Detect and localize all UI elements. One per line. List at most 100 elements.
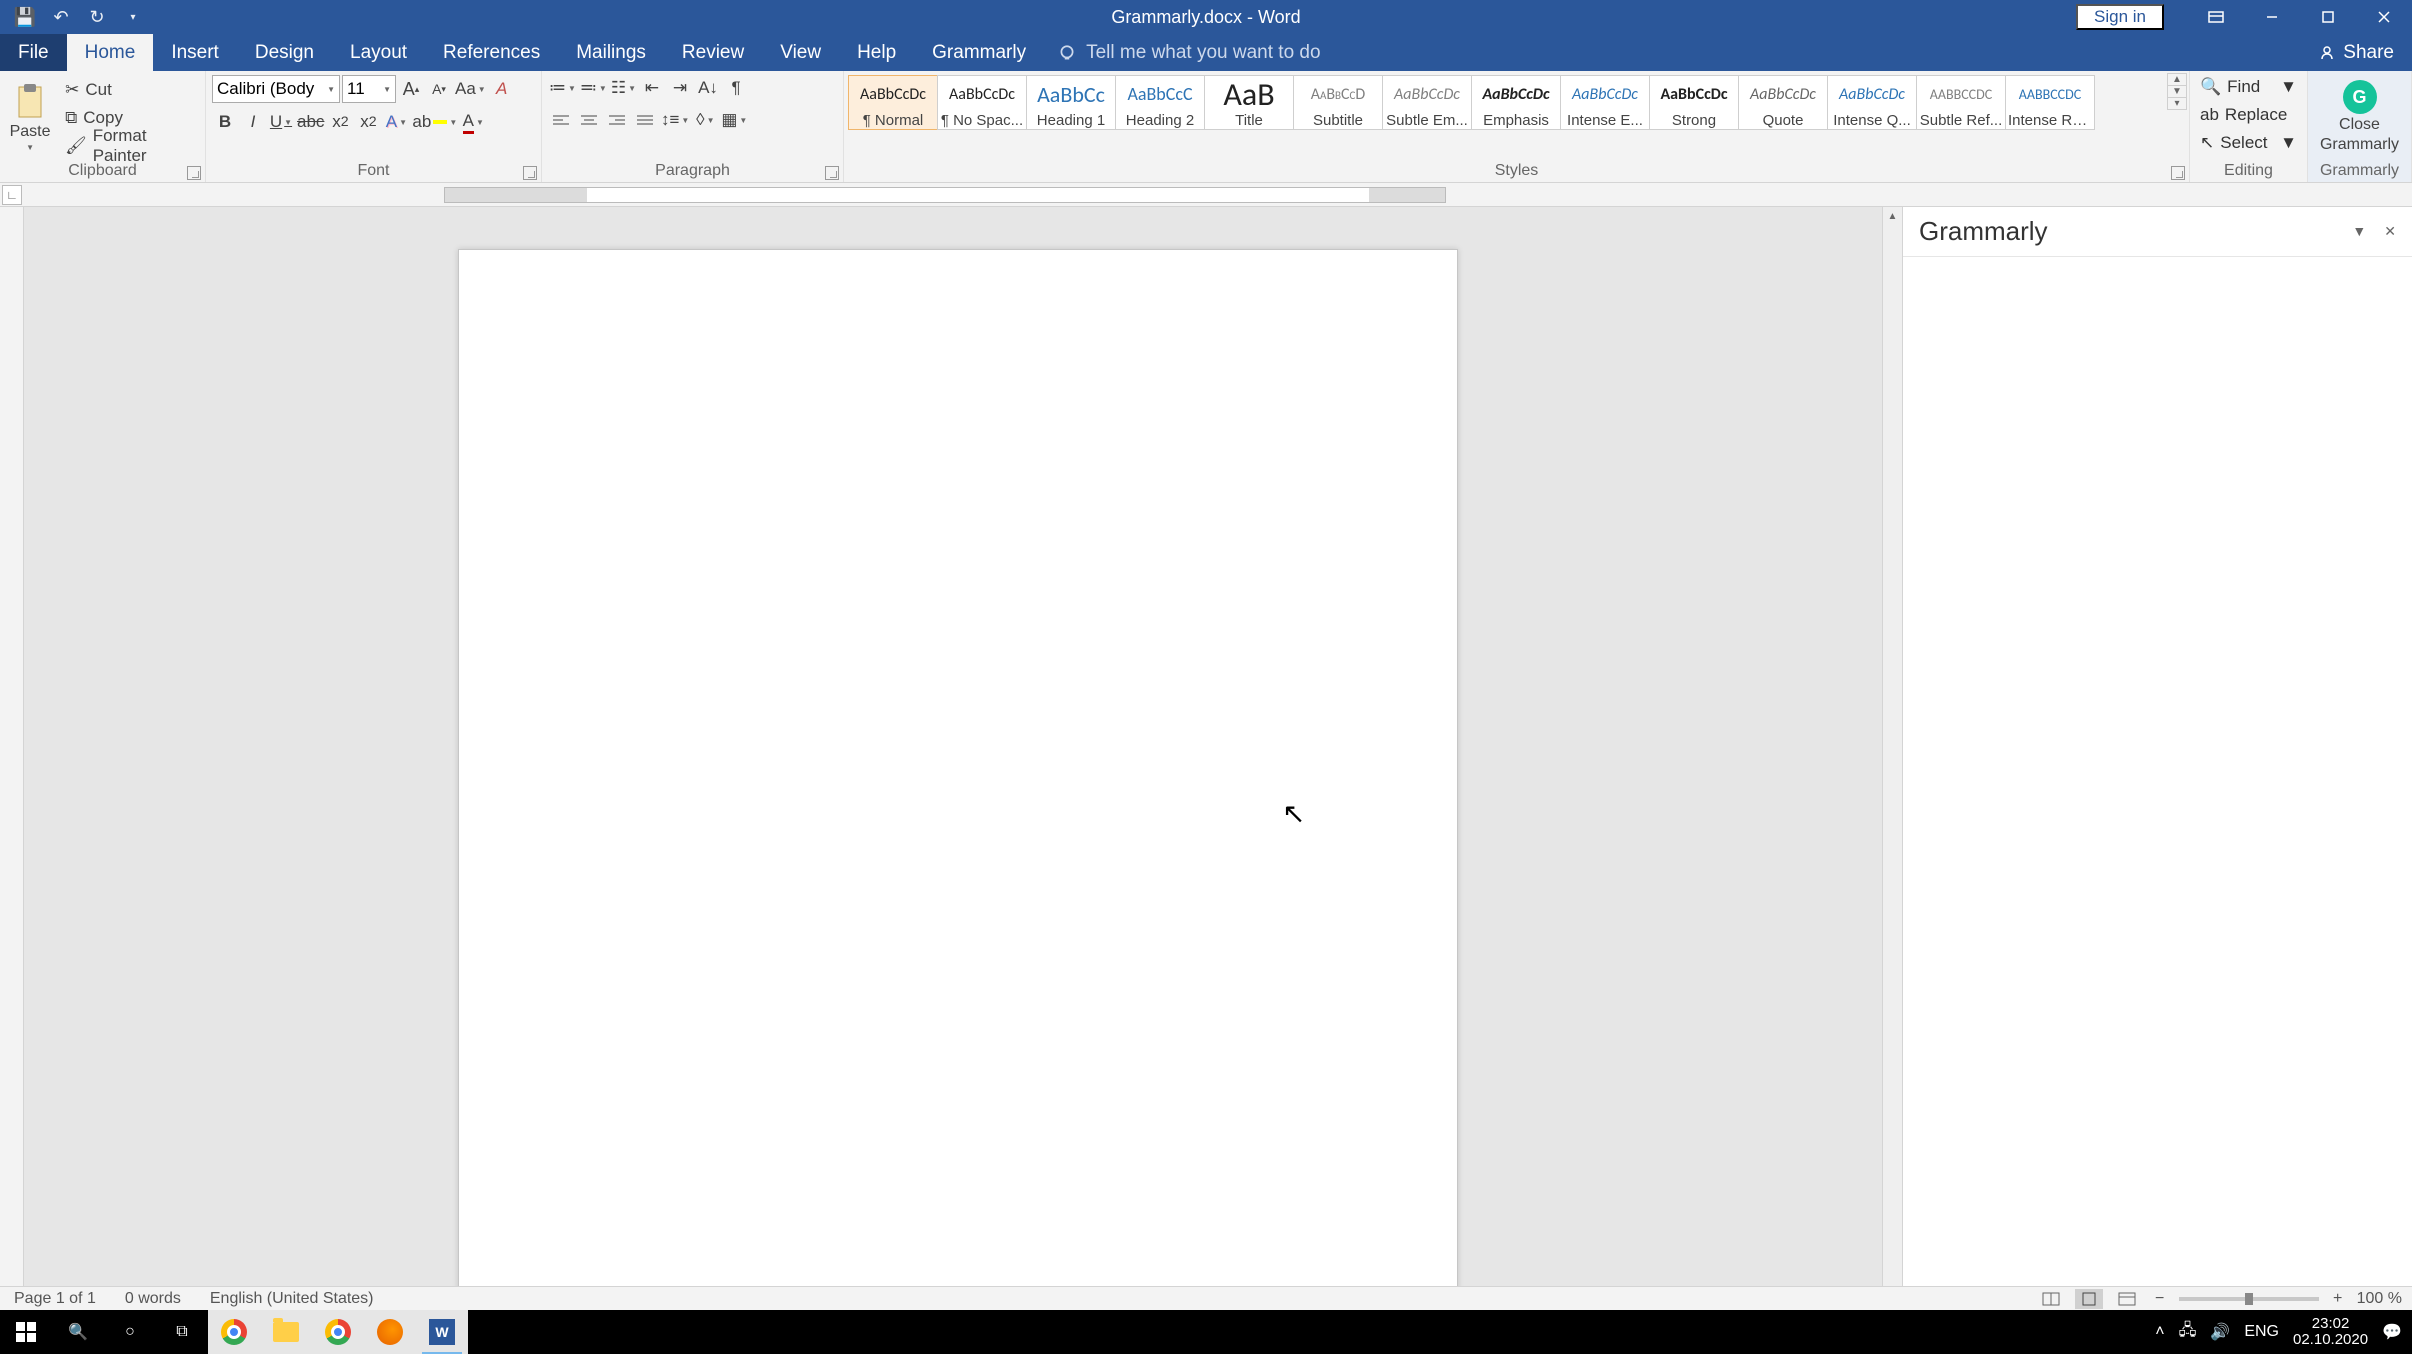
style-item[interactable]: AaBbCcCHeading 2 — [1115, 75, 1205, 130]
read-mode-button[interactable] — [2037, 1289, 2065, 1309]
task-view-button[interactable]: ⧉ — [156, 1310, 208, 1354]
underline-button[interactable]: U▼ — [268, 109, 294, 135]
tab-references[interactable]: References — [425, 34, 558, 71]
borders-button[interactable]: ▦▼ — [720, 107, 748, 133]
numbering-button[interactable]: ≕▼ — [579, 75, 608, 101]
pane-close-icon[interactable]: ✕ — [2384, 223, 2396, 240]
undo-icon[interactable]: ↶ — [50, 6, 72, 28]
tell-me-search[interactable]: Tell me what you want to do — [1058, 34, 1320, 71]
paragraph-launcher-icon[interactable] — [825, 166, 839, 180]
font-launcher-icon[interactable] — [523, 166, 537, 180]
font-name-combo[interactable]: ▼ — [212, 75, 340, 103]
print-layout-button[interactable] — [2075, 1289, 2103, 1309]
cut-button[interactable]: ✂Cut — [60, 77, 199, 103]
status-words[interactable]: 0 words — [111, 1290, 196, 1308]
select-button[interactable]: ↖Select▼ — [2196, 129, 2301, 157]
subscript-button[interactable]: x2 — [327, 109, 353, 135]
vertical-scrollbar[interactable]: ▲▼ — [1882, 207, 1902, 1330]
minimize-icon[interactable] — [2244, 0, 2300, 34]
document-area[interactable]: ↖ ▲▼ — [24, 207, 1902, 1330]
bold-button[interactable]: B — [212, 109, 238, 135]
tab-grammarly[interactable]: Grammarly — [914, 34, 1044, 71]
status-language[interactable]: English (United States) — [196, 1290, 389, 1308]
zoom-in-button[interactable]: + — [2329, 1290, 2347, 1308]
share-button[interactable]: Share — [2301, 34, 2412, 71]
styles-gallery[interactable]: AaBbCcDc¶ NormalAaBbCcDc¶ No Spac...AaBb… — [846, 73, 2161, 130]
style-item[interactable]: AaBbCcHeading 1 — [1026, 75, 1116, 130]
tab-selector[interactable]: ∟ — [2, 185, 22, 205]
style-item[interactable]: AaBbCcDcStrong — [1649, 75, 1739, 130]
show-marks-button[interactable]: ¶ — [723, 75, 749, 101]
redo-icon[interactable]: ↻ — [86, 6, 108, 28]
taskbar-app-1[interactable] — [208, 1310, 260, 1354]
align-right-button[interactable] — [604, 107, 630, 133]
text-effects-button[interactable]: A▼ — [383, 109, 409, 135]
tray-network-icon[interactable]: 🖧 — [2179, 1319, 2197, 1346]
style-item[interactable]: AaBbCcDcEmphasis — [1471, 75, 1561, 130]
justify-button[interactable] — [632, 107, 658, 133]
zoom-level[interactable]: 100 % — [2357, 1290, 2402, 1308]
maximize-icon[interactable] — [2300, 0, 2356, 34]
tray-chevron-icon[interactable]: ˄ — [2155, 1323, 2164, 1341]
style-item[interactable]: AaBbCcDcIntense E... — [1560, 75, 1650, 130]
increase-indent-button[interactable]: ⇥ — [667, 75, 693, 101]
decrease-indent-button[interactable]: ⇤ — [639, 75, 665, 101]
close-icon[interactable] — [2356, 0, 2412, 34]
italic-button[interactable]: I — [240, 109, 266, 135]
tab-insert[interactable]: Insert — [153, 34, 237, 71]
tab-design[interactable]: Design — [237, 34, 332, 71]
paste-button[interactable]: Paste ▼ — [6, 75, 54, 159]
bullets-button[interactable]: ≔▼ — [548, 75, 577, 101]
status-page[interactable]: Page 1 of 1 — [0, 1290, 111, 1308]
style-item[interactable]: AaBbCcDcSubtle Em... — [1382, 75, 1472, 130]
sort-button[interactable]: A↓ — [695, 75, 721, 101]
ruler-horizontal[interactable]: ∟ — [0, 183, 2412, 207]
find-button[interactable]: 🔍Find▼ — [2196, 73, 2301, 101]
style-item[interactable]: AaBbCcDSubtitle — [1293, 75, 1383, 130]
taskbar-explorer[interactable] — [260, 1310, 312, 1354]
change-case-button[interactable]: Aa▼ — [454, 76, 487, 102]
ribbon-display-options-icon[interactable] — [2188, 0, 2244, 34]
page-canvas[interactable] — [458, 249, 1458, 1329]
tab-layout[interactable]: Layout — [332, 34, 425, 71]
style-item[interactable]: AaBbCcDcQuote — [1738, 75, 1828, 130]
tab-review[interactable]: Review — [664, 34, 762, 71]
tab-help[interactable]: Help — [839, 34, 914, 71]
zoom-out-button[interactable]: − — [2151, 1290, 2169, 1308]
grow-font-button[interactable]: A▴ — [398, 76, 424, 102]
strike-button[interactable]: abc — [296, 109, 325, 135]
search-button[interactable]: 🔍 — [52, 1310, 104, 1354]
cortana-button[interactable]: ○ — [104, 1310, 156, 1354]
taskbar-word[interactable]: W — [416, 1310, 468, 1354]
style-item[interactable]: AaBTitle — [1204, 75, 1294, 130]
shrink-font-button[interactable]: A▾ — [426, 76, 452, 102]
style-item[interactable]: AABBCCDCIntense Re... — [2005, 75, 2095, 130]
style-item[interactable]: AaBbCcDc¶ Normal — [848, 75, 938, 130]
line-spacing-button[interactable]: ↕≡▼ — [660, 107, 690, 133]
ruler-vertical[interactable] — [0, 207, 24, 1330]
multilevel-button[interactable]: ☷▼ — [610, 75, 637, 101]
pane-options-icon[interactable]: ▼ — [2352, 223, 2366, 240]
align-left-button[interactable] — [548, 107, 574, 133]
highlight-button[interactable]: ab▼ — [411, 109, 458, 135]
align-center-button[interactable] — [576, 107, 602, 133]
tray-volume-icon[interactable]: 🔊 — [2210, 1322, 2230, 1342]
zoom-slider[interactable] — [2179, 1297, 2319, 1301]
tray-clock[interactable]: 23:02 02.10.2020 — [2293, 1316, 2368, 1348]
clipboard-launcher-icon[interactable] — [187, 166, 201, 180]
tab-file[interactable]: File — [0, 34, 67, 71]
font-size-combo[interactable]: ▼ — [342, 75, 396, 103]
shading-button[interactable]: ◊▼ — [692, 107, 718, 133]
replace-button[interactable]: abReplace — [2196, 101, 2301, 129]
web-layout-button[interactable] — [2113, 1289, 2141, 1309]
taskbar-firefox[interactable] — [364, 1310, 416, 1354]
clear-formatting-button[interactable]: A — [489, 76, 515, 102]
tab-mailings[interactable]: Mailings — [558, 34, 664, 71]
action-center-icon[interactable]: 💬 — [2382, 1322, 2402, 1342]
save-icon[interactable]: 💾 — [14, 6, 36, 28]
customize-qat-icon[interactable]: ▾ — [122, 6, 144, 28]
font-color-button[interactable]: A▼ — [460, 109, 486, 135]
styles-gallery-more[interactable]: ▲▼▾ — [2167, 73, 2187, 110]
styles-launcher-icon[interactable] — [2171, 166, 2185, 180]
start-button[interactable] — [0, 1310, 52, 1354]
